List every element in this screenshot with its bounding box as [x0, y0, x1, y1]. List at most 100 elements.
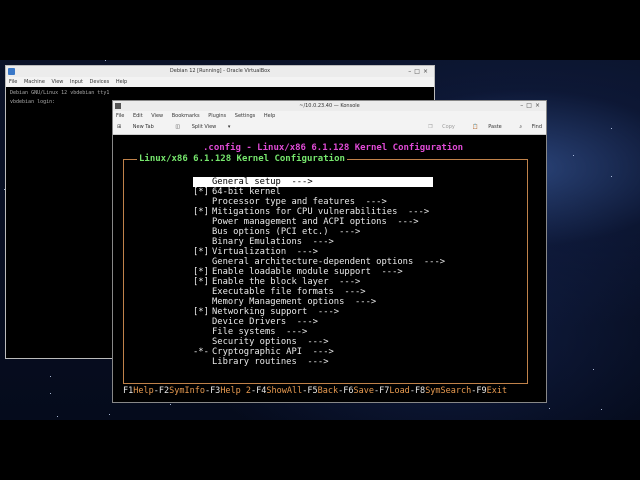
- menu-item-label: General setup --->: [212, 177, 313, 187]
- menu-item[interactable]: [*] Networking support --->: [193, 307, 445, 317]
- fkey-label: Back: [317, 386, 339, 396]
- menuconfig-window-title: .config - Linux/x86 6.1.128 Kernel Confi…: [203, 143, 464, 153]
- menu-item[interactable]: [*] Mitigations for CPU vulnerabilities -…: [193, 207, 445, 217]
- fkey-f6[interactable]: F6Save: [343, 386, 374, 396]
- vbox-menu-devices[interactable]: Devices: [90, 79, 110, 85]
- window-controls-icon[interactable]: –□×: [408, 66, 431, 77]
- menu-item[interactable]: Bus options (PCI etc.) --->: [193, 227, 445, 237]
- konsole-menu-edit[interactable]: Edit: [133, 113, 143, 119]
- virtualbox-title: Debian 12 [Running] - Oracle VirtualBox: [169, 68, 271, 74]
- new-tab-button[interactable]: ⊞ New Tab: [117, 124, 165, 130]
- menu-item-label: Memory Management options --->: [212, 297, 377, 307]
- fkey-f4[interactable]: F4ShowAll: [256, 386, 302, 396]
- menu-item-marker: [*]: [193, 207, 209, 217]
- menu-item-label: Executable file formats --->: [212, 287, 366, 297]
- menu-item-label: Binary Emulations --->: [212, 237, 334, 247]
- menu-item-label: Processor type and features --->: [212, 197, 387, 207]
- virtualbox-titlebar[interactable]: Debian 12 [Running] - Oracle VirtualBox …: [6, 66, 434, 77]
- menu-item-label: Networking support --->: [212, 307, 340, 317]
- fkey-key: F7: [379, 386, 390, 396]
- fkey-key: F1: [123, 386, 134, 396]
- menu-item[interactable]: Memory Management options --->: [193, 297, 445, 307]
- star: [50, 376, 51, 377]
- fkey-f2[interactable]: F2SymInfo: [159, 386, 205, 396]
- konsole-window[interactable]: ~/10.0.23.40 — Konsole –□× File Edit Vie…: [112, 100, 547, 403]
- copy-button[interactable]: ❐ Copy: [420, 124, 456, 130]
- console-line: Debian GNU/Linux 12 vbdebian tty1: [10, 90, 110, 96]
- fkey-f1[interactable]: F1Help: [123, 386, 154, 396]
- menu-item[interactable]: Security options --->: [193, 337, 445, 347]
- search-icon: ⌕: [519, 124, 523, 130]
- vbox-menu-input[interactable]: Input: [70, 79, 83, 85]
- konsole-menu-plugins[interactable]: Plugins: [208, 113, 226, 119]
- vbox-menu-machine[interactable]: Machine: [24, 79, 45, 85]
- fkey-label: Exit: [486, 386, 508, 396]
- fkey-f3[interactable]: F3Help 2: [210, 386, 251, 396]
- star: [549, 408, 550, 409]
- menu-item[interactable]: Binary Emulations --->: [193, 237, 445, 247]
- menu-item[interactable]: [*] 64-bit kernel: [193, 187, 445, 197]
- menu-item[interactable]: Power management and ACPI options --->: [193, 217, 445, 227]
- menu-item[interactable]: Executable file formats --->: [193, 287, 445, 297]
- menu-item-marker: [*]: [193, 187, 209, 197]
- fkey-f9[interactable]: F9Exit: [476, 386, 507, 396]
- fkey-f7[interactable]: F7Load: [379, 386, 410, 396]
- vbox-menu-view[interactable]: View: [52, 79, 64, 85]
- menu-item-marker: -*-: [193, 347, 209, 357]
- virtualbox-logo-icon: [8, 68, 15, 75]
- konsole-menu-bookmarks[interactable]: Bookmarks: [172, 113, 200, 119]
- chevron-down-icon: ▾: [227, 124, 231, 130]
- fkey-label: Load: [389, 386, 410, 396]
- menu-item-label: General architecture-dependent options -…: [212, 257, 446, 267]
- star: [109, 414, 110, 415]
- fkey-label: SymInfo: [169, 386, 205, 396]
- vbox-menu-help[interactable]: Help: [116, 79, 127, 85]
- menu-item-label: Bus options (PCI etc.) --->: [212, 227, 361, 237]
- fkey-f5[interactable]: F5Back: [307, 386, 338, 396]
- menu-item-label: Enable the block layer --->: [212, 277, 361, 287]
- menu-item[interactable]: General setup --->: [193, 177, 433, 187]
- paste-icon: 📋: [472, 124, 479, 130]
- star: [573, 155, 574, 156]
- menu-item[interactable]: File systems --->: [193, 327, 445, 337]
- konsole-menu-view[interactable]: View: [151, 113, 163, 119]
- split-view-button[interactable]: ◫ Split View ▾: [175, 124, 240, 130]
- fkey-f8[interactable]: F8SymSearch: [415, 386, 471, 396]
- menu-item[interactable]: [*] Enable the block layer --->: [193, 277, 445, 287]
- fkey-label: ShowAll: [266, 386, 303, 396]
- menu-item[interactable]: Processor type and features --->: [193, 197, 445, 207]
- menu-item[interactable]: [*] Virtualization --->: [193, 247, 445, 257]
- konsole-menu-help[interactable]: Help: [264, 113, 275, 119]
- menu-item[interactable]: Device Drivers --->: [193, 317, 445, 327]
- konsole-menu-file[interactable]: File: [116, 113, 124, 119]
- video-frame: Debian 12 [Running] - Oracle VirtualBox …: [0, 60, 640, 420]
- fkey-label: Help: [133, 386, 154, 396]
- fkey-key: F2: [158, 386, 170, 396]
- vbox-menu-file[interactable]: File: [9, 79, 17, 85]
- menu-item[interactable]: -*- Cryptographic API --->: [193, 347, 445, 357]
- window-controls-icon[interactable]: –□×: [520, 101, 543, 111]
- konsole-menu-settings[interactable]: Settings: [235, 113, 256, 119]
- fkey-key: F8: [414, 386, 426, 396]
- menu-item-label: Mitigations for CPU vulnerabilities --->: [212, 207, 430, 217]
- konsole-toolbar: ⊞ New Tab ◫ Split View ▾ ❐ Copy 📋 Paste: [113, 121, 546, 135]
- menu-item-label: Device Drivers --->: [212, 317, 318, 327]
- terminal-area[interactable]: .config - Linux/x86 6.1.128 Kernel Confi…: [113, 135, 546, 402]
- konsole-title: ~/10.0.23.40 — Konsole: [299, 103, 360, 109]
- fkey-label: SymSearch: [425, 386, 472, 396]
- menu-item[interactable]: [*] Enable loadable module support --->: [193, 267, 445, 277]
- terminal-icon: [115, 103, 121, 109]
- paste-button[interactable]: 📋 Paste: [464, 124, 503, 130]
- fkey-label: Help 2: [220, 386, 252, 396]
- menu-item-marker: [*]: [193, 247, 209, 257]
- menuconfig-menu-list: General setup ---> [*] 64-bit kernel Proces…: [193, 177, 445, 367]
- find-button[interactable]: ⌕ Find: [511, 124, 542, 130]
- konsole-titlebar[interactable]: ~/10.0.23.40 — Konsole –□×: [113, 101, 546, 111]
- copy-icon: ❐: [428, 124, 433, 130]
- menu-item-label: Enable loadable module support --->: [212, 267, 403, 277]
- menu-item[interactable]: General architecture-dependent options -…: [193, 257, 445, 267]
- menuconfig-box-title: Linux/x86 6.1.128 Kernel Configuration: [137, 154, 347, 164]
- menu-item-label: 64-bit kernel: [212, 187, 281, 197]
- menu-item[interactable]: Library routines --->: [193, 357, 445, 367]
- star: [593, 369, 594, 370]
